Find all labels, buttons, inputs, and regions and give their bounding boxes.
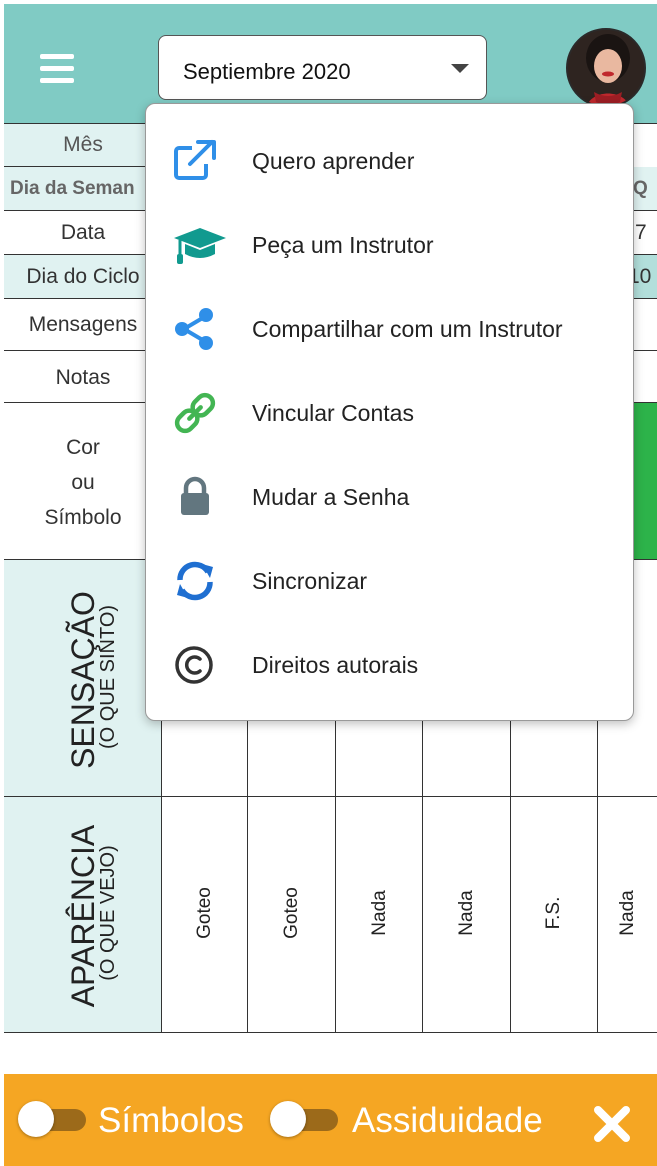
menu-item-label: Peça um Instrutor [252,232,434,258]
toggle-knob [18,1101,54,1137]
row-label-mes-text: Mês [63,133,103,156]
menu-item-label: Direitos autorais [252,652,419,678]
lock-icon [172,474,218,520]
sensacao-title: SENSAÇÃO [65,591,101,769]
copyright-icon [172,642,218,688]
menu-item-label: Vincular Contas [252,400,414,426]
row-label-mensagens-text: Mensagens [28,313,138,336]
aparencia-value: Nada [456,890,477,936]
row-label-data: Data [4,211,162,255]
aparencia-cell[interactable]: Goteo [162,797,248,1033]
aparencia-subtitle: (O QUE VEJO) [97,845,119,981]
menu-item-label: Mudar a Senha [252,484,410,510]
assiduidade-toggle[interactable] [270,1101,338,1137]
row-label-simbolo-text: Símbolo [44,506,122,529]
link-icon [172,390,218,436]
sync-icon [172,558,218,604]
row-label-dia-semana-text: Dia da Seman [10,178,135,199]
aparencia-value: Goteo [194,887,215,939]
aparencia-value: Goteo [281,887,302,939]
menu-item-peca-instrutor[interactable]: Peça um Instrutor [146,204,633,288]
user-dropdown-menu: Quero aprender Peça um Instrutor Compart… [145,103,634,721]
simbolos-toggle[interactable] [18,1101,86,1137]
row-label-mes: Mês [4,123,162,167]
share-icon [172,306,218,352]
row-label-notas-text: Notas [55,366,111,389]
menu-item-mudar-senha[interactable]: Mudar a Senha [146,456,633,540]
menu-item-sincronizar[interactable]: Sincronizar [146,540,633,624]
menu-item-label: Compartilhar com um Instrutor [252,316,563,342]
aparencia-value: Nada [617,890,638,936]
aparencia-cell[interactable]: Nada [598,797,657,1033]
row-label-dia-ciclo-text: Dia do Ciclo [26,265,140,288]
row-label-mensagens: Mensagens [4,299,162,351]
row-label-data-text: Data [60,221,106,244]
close-icon[interactable] [592,1104,632,1144]
month-select[interactable]: Septiembre 2020 [158,35,487,100]
caret-down-icon [451,64,469,73]
menu-item-label: Sincronizar [252,568,368,594]
toggle-knob [270,1101,306,1137]
aparencia-cell[interactable]: Nada [423,797,511,1033]
aparencia-cell[interactable]: Goteo [248,797,336,1033]
simbolos-label: Símbolos [98,1101,244,1140]
row-label-dia-semana: Dia da Seman [4,167,162,211]
menu-item-vincular-contas[interactable]: Vincular Contas [146,372,633,456]
row-label-notas: Notas [4,351,162,403]
menu-item-quero-aprender[interactable]: Quero aprender [146,120,633,204]
aparencia-value: Nada [369,890,390,936]
row-label-sensacao: SENSAÇÃO (O QUE SINTO) [4,560,162,797]
app-screen: Septiembre 2020 Mês Dia da Seman Data Di… [0,0,657,1166]
aparencia-value: F.S. [543,896,564,930]
assiduidade-label: Assiduidade [352,1101,543,1140]
menu-item-compartilhar[interactable]: Compartilhar com um Instrutor [146,288,633,372]
aparencia-cell[interactable]: F.S. [511,797,598,1033]
sensacao-subtitle: (O QUE SINTO) [97,604,119,750]
aparencia-cell[interactable]: Nada [336,797,423,1033]
menu-item-direitos-autorais[interactable]: Direitos autorais [146,624,633,708]
graduation-cap-icon [172,222,228,268]
month-select-value: Septiembre 2020 [183,59,351,84]
peek-dia-semana-text: Q [633,178,648,199]
row-label-ou-text: ou [71,471,95,494]
menu-item-label: Quero aprender [252,148,415,174]
external-link-icon [172,138,218,184]
avatar[interactable] [566,28,646,108]
aparencia-title: APARÊNCIA [65,824,101,1008]
row-label-aparencia: APARÊNCIA (O QUE VEJO) [4,797,162,1033]
row-label-dia-ciclo: Dia do Ciclo [4,255,162,299]
peek-data-text: 7 [635,221,647,244]
row-label-cor-simbolo: Cor ou Símbolo [4,403,162,560]
hamburger-menu-icon[interactable] [40,54,74,84]
bottom-bar: Símbolos Assiduidade [4,1074,657,1166]
row-label-cor-text: Cor [66,436,100,459]
